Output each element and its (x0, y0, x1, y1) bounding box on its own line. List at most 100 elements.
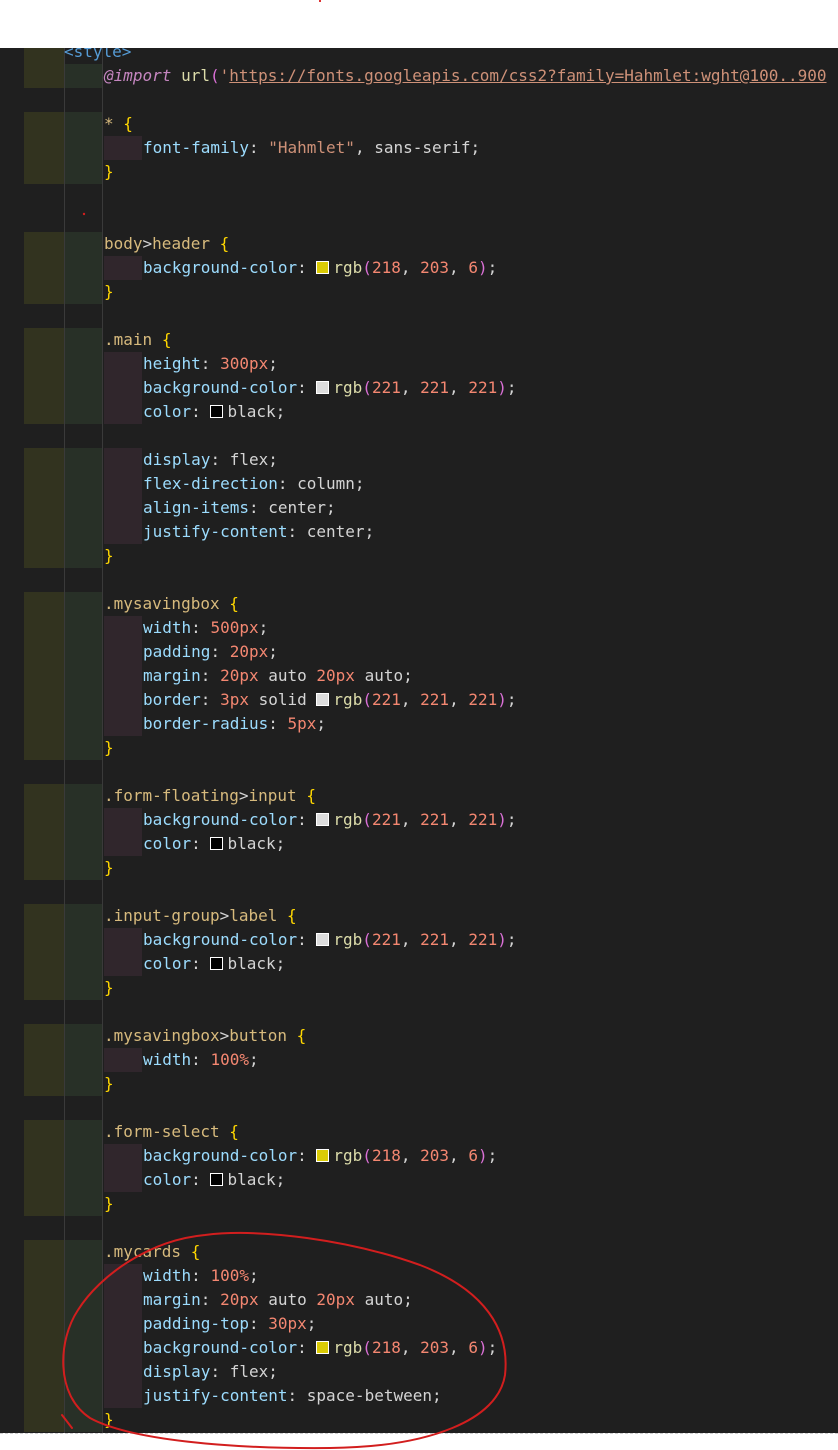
code-token: { (229, 1122, 239, 1141)
code-token: 221 (420, 690, 450, 709)
color-swatch-icon[interactable] (210, 957, 224, 970)
indent-band-1 (24, 160, 64, 184)
code-token: background-color (143, 810, 298, 829)
code-token: : (248, 138, 269, 157)
color-swatch-icon[interactable] (210, 405, 224, 418)
indent-band-3 (104, 832, 142, 856)
code-token: ) (497, 930, 507, 949)
indent-band-1 (24, 1024, 64, 1048)
indent-band-1 (24, 112, 64, 136)
code-line: background-color: rgb(218, 203, 6); (143, 1336, 497, 1360)
code-token: .mysavingbox (104, 594, 220, 613)
code-token: 218 (371, 1338, 401, 1357)
code-line: } (104, 976, 114, 1000)
code-token: ) (497, 378, 507, 397)
code-token: .mysavingbox (104, 1026, 220, 1045)
color-swatch-icon[interactable] (316, 693, 330, 706)
color-swatch-icon[interactable] (316, 933, 330, 946)
code-line: } (104, 1072, 114, 1096)
code-editor[interactable]: <style> @import url('https://fonts.google… (0, 48, 838, 1433)
code-line: } (104, 1408, 114, 1432)
code-token: , (449, 690, 459, 709)
indent-band-1 (24, 1408, 64, 1432)
code-token: 203 (420, 1338, 450, 1357)
color-swatch-icon[interactable] (316, 381, 330, 394)
indent-band-2 (64, 376, 102, 400)
code-token: , (449, 1146, 459, 1165)
code-token: rgb (333, 930, 363, 949)
indent-band-1 (24, 736, 64, 760)
color-swatch-icon[interactable] (316, 1341, 330, 1354)
code-token: } (104, 162, 114, 181)
code-token: 221 (420, 378, 450, 397)
indent-guide-2 (102, 48, 103, 1433)
code-token: ; (268, 450, 278, 469)
code-token: width (143, 618, 192, 637)
indent-band-1 (24, 1192, 64, 1216)
indent-band-2 (64, 640, 102, 664)
code-token: 20px (229, 642, 269, 661)
code-token: center (306, 522, 365, 541)
indent-band-3 (104, 1264, 142, 1288)
code-token: : (248, 1314, 269, 1333)
code-token: 218 (371, 258, 401, 277)
code-line: body>header { (104, 232, 229, 256)
indent-band-1 (24, 1312, 64, 1336)
code-line: width: 100%; (143, 1264, 259, 1288)
color-swatch-icon[interactable] (316, 261, 330, 274)
code-token: color (143, 402, 192, 421)
indent-band-2 (64, 904, 102, 928)
code-token: } (104, 978, 114, 997)
indent-band-3 (104, 1288, 142, 1312)
indent-band-2 (64, 1312, 102, 1336)
code-token: auto (364, 1290, 404, 1309)
indent-band-1 (24, 784, 64, 808)
code-token: 203 (420, 1146, 450, 1165)
code-token: ( (362, 930, 372, 949)
code-token: , (449, 930, 459, 949)
indent-band-2 (64, 1048, 102, 1072)
code-token: ) (497, 690, 507, 709)
code-line: color: black; (143, 1168, 285, 1192)
indent-band-3 (104, 1168, 142, 1192)
code-token: ; (403, 666, 413, 685)
code-token: 221 (468, 810, 498, 829)
code-token: ; (326, 498, 336, 517)
code-line: display: flex; (143, 1360, 278, 1384)
color-swatch-icon[interactable] (210, 1173, 224, 1186)
code-token: ; (506, 930, 517, 949)
code-line: } (104, 1192, 114, 1216)
code-token: : (297, 930, 317, 949)
indent-band-1 (24, 832, 64, 856)
color-swatch-icon[interactable] (316, 813, 330, 826)
code-token: ; (364, 522, 375, 541)
indent-band-3 (104, 688, 142, 712)
indent-band-2 (64, 1264, 102, 1288)
color-swatch-icon[interactable] (210, 837, 224, 850)
color-swatch-icon[interactable] (316, 1149, 330, 1162)
indent-band-2 (64, 1288, 102, 1312)
code-line: height: 300px; (143, 352, 278, 376)
code-token: 100% (210, 1050, 249, 1069)
code-token: padding (143, 642, 211, 661)
indent-band-2 (64, 232, 102, 256)
code-line: .form-floating>input { (104, 784, 316, 808)
code-token: : (200, 1290, 221, 1309)
indent-band-2 (64, 856, 102, 880)
code-token: ) (477, 1338, 488, 1357)
code-token: background-color (143, 258, 298, 277)
indent-band-3 (104, 376, 142, 400)
indent-band-1 (24, 472, 64, 496)
indent-band-2 (64, 1240, 102, 1264)
indent-band-1 (24, 808, 64, 832)
indent-band-1 (24, 1168, 64, 1192)
code-line: } (104, 544, 114, 568)
